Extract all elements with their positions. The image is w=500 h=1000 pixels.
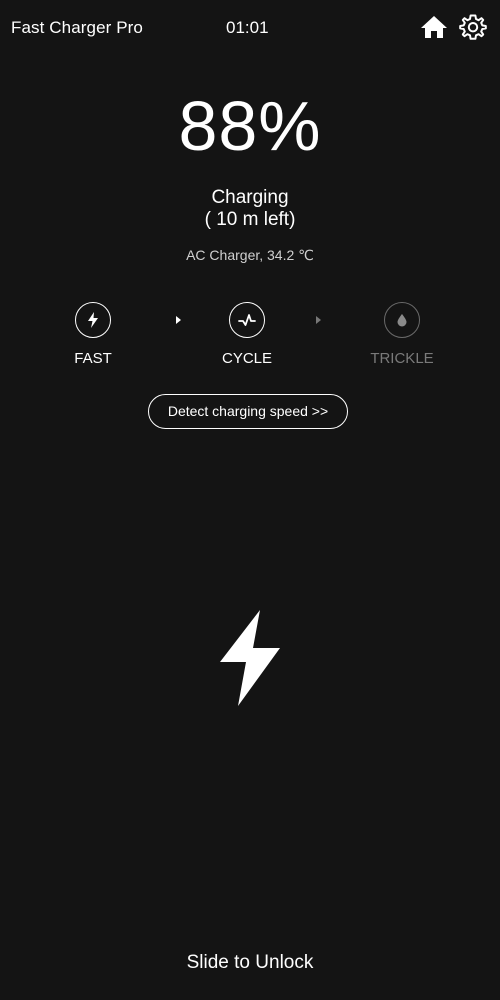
top-bar: Fast Charger Pro 01:01 bbox=[0, 0, 500, 56]
arrow-right-icon bbox=[316, 316, 321, 324]
drop-icon bbox=[397, 314, 407, 327]
battery-percent: 88% bbox=[178, 87, 322, 165]
charging-status: Charging bbox=[211, 187, 289, 208]
pulse-icon bbox=[238, 314, 256, 326]
mode-cycle-circle bbox=[229, 302, 265, 338]
settings-button[interactable] bbox=[458, 12, 488, 42]
mode-trickle[interactable]: TRICKLE bbox=[362, 302, 442, 367]
charger-info: AC Charger, 34.2 ℃ bbox=[186, 247, 314, 263]
home-icon bbox=[421, 16, 447, 38]
home-button[interactable] bbox=[419, 12, 449, 42]
time-left: ( 10 m left) bbox=[204, 209, 296, 230]
mode-trickle-label: TRICKLE bbox=[370, 350, 434, 367]
charging-screen: Fast Charger Pro 01:01 88% Charging ( 10… bbox=[0, 0, 500, 1000]
clock: 01:01 bbox=[226, 18, 269, 37]
arrow-right-icon bbox=[176, 316, 181, 324]
mode-cycle-label: CYCLE bbox=[221, 350, 273, 367]
detect-charging-speed-button[interactable]: Detect charging speed >> bbox=[148, 394, 348, 429]
mode-fast-label: FAST bbox=[74, 350, 112, 367]
mode-fast-circle bbox=[75, 302, 111, 338]
mode-cycle[interactable]: CYCLE bbox=[207, 302, 287, 367]
lightning-bolt-icon bbox=[220, 610, 280, 706]
app-title: Fast Charger Pro bbox=[11, 18, 143, 37]
slide-to-unlock[interactable]: Slide to Unlock bbox=[0, 952, 500, 974]
bolt-icon bbox=[88, 312, 98, 328]
gear-icon bbox=[459, 14, 487, 40]
mode-fast[interactable]: FAST bbox=[53, 302, 133, 367]
mode-trickle-circle bbox=[384, 302, 420, 338]
